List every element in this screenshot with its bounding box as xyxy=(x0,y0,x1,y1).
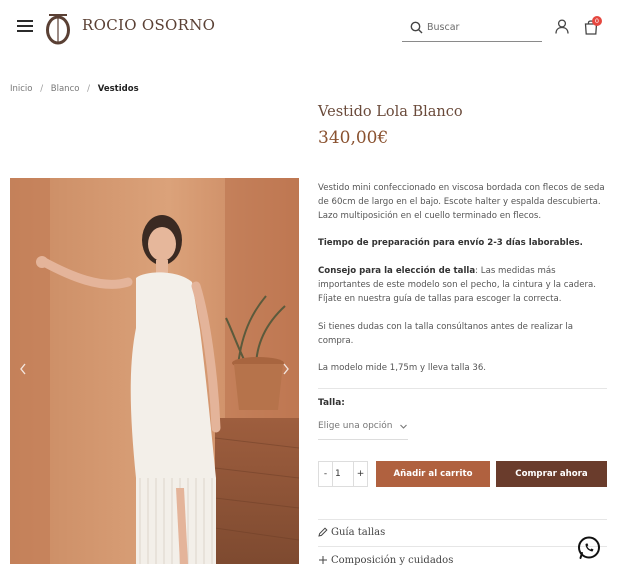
divider xyxy=(318,546,607,547)
chevron-right-icon[interactable] xyxy=(281,362,291,376)
divider xyxy=(318,519,607,520)
product-title: Vestido Lola Blanco xyxy=(318,104,463,120)
composition-label: Composición y cuidados xyxy=(331,555,454,566)
size-advice: Consejo para la elección de talla: Las m… xyxy=(318,264,608,306)
prep-time-note: Tiempo de preparación para envío 2-3 día… xyxy=(318,236,608,250)
cart-count-badge: 0 xyxy=(592,16,602,26)
product-price: 340,00€ xyxy=(318,128,389,148)
search-box[interactable] xyxy=(402,14,542,42)
pencil-icon xyxy=(318,527,328,537)
brand-name[interactable]: ROCIO OSORNO xyxy=(82,16,215,34)
breadcrumb-separator: / xyxy=(87,84,91,94)
size-guide-link[interactable]: Guía tallas xyxy=(318,527,385,538)
size-label: Talla: xyxy=(318,398,345,408)
plus-icon xyxy=(319,556,327,564)
divider xyxy=(318,388,607,389)
size-guide-label: Guía tallas xyxy=(331,527,386,538)
breadcrumb-link-inicio[interactable]: Inicio xyxy=(10,84,33,94)
add-to-cart-button[interactable]: Añadir al carrito xyxy=(376,461,490,487)
site-header: ROCIO OSORNO 0 xyxy=(0,0,620,58)
whatsapp-icon[interactable] xyxy=(576,535,602,561)
menu-icon[interactable] xyxy=(17,20,33,33)
product-image[interactable] xyxy=(10,178,299,564)
chevron-left-icon[interactable] xyxy=(18,362,28,376)
quantity-input[interactable]: 1 xyxy=(333,462,353,486)
prep-time-text: Tiempo de preparación para envío 2-3 día… xyxy=(318,238,583,248)
buy-now-button[interactable]: Comprar ahora xyxy=(496,461,607,487)
breadcrumb-current: Vestidos xyxy=(97,84,139,94)
search-icon xyxy=(410,21,423,34)
chevron-down-icon xyxy=(400,424,407,429)
quantity-decrease-button[interactable]: - xyxy=(319,462,333,486)
brand-logo[interactable] xyxy=(44,11,72,45)
quantity-stepper: - 1 + xyxy=(318,461,368,487)
search-input[interactable] xyxy=(427,18,537,36)
product-description: Vestido mini confeccionado en viscosa bo… xyxy=(318,183,605,221)
size-doubts-note: Si tienes dudas con la talla consúltanos… xyxy=(318,322,574,346)
size-advice-label: Consejo para la elección de talla xyxy=(318,266,476,276)
user-icon[interactable] xyxy=(555,19,569,34)
breadcrumb-separator: / xyxy=(40,84,44,94)
size-select[interactable]: Elige una opción xyxy=(318,418,408,440)
breadcrumb: Inicio / Blanco / Vestidos xyxy=(10,84,139,94)
model-info: La modelo mide 1,75m y lleva talla 36. xyxy=(318,363,487,373)
size-select-value: Elige una opción xyxy=(318,421,393,431)
quantity-increase-button[interactable]: + xyxy=(353,462,367,486)
breadcrumb-link-blanco[interactable]: Blanco xyxy=(51,84,80,94)
composition-accordion[interactable]: Composición y cuidados xyxy=(318,555,453,566)
